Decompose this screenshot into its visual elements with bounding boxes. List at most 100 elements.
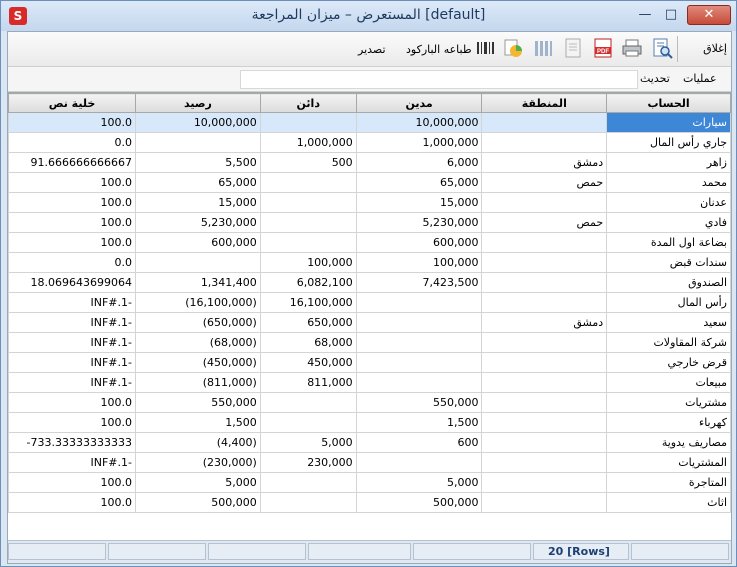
cell-text[interactable]: 100.0: [8, 492, 136, 513]
cell-text[interactable]: 100.0: [8, 472, 136, 493]
cell-balance[interactable]: [134, 132, 261, 153]
cell-balance[interactable]: (68,000): [134, 332, 261, 353]
cell-debit[interactable]: 600,000: [355, 232, 483, 253]
cell-region[interactable]: [481, 272, 608, 293]
cell-account[interactable]: رأس المال: [606, 292, 731, 313]
cell-balance[interactable]: (450,000): [134, 352, 261, 373]
filter-input[interactable]: [240, 70, 638, 89]
cell-region[interactable]: [481, 192, 608, 213]
cell-debit[interactable]: 65,000: [355, 172, 483, 193]
pdf-icon[interactable]: PDF: [592, 37, 614, 59]
menu-operations[interactable]: عمليات: [683, 72, 717, 85]
cell-account[interactable]: جاري رأس المال: [606, 132, 731, 153]
cell-balance[interactable]: 5,230,000: [134, 212, 261, 233]
cell-account[interactable]: محمد: [606, 172, 731, 193]
cell-debit[interactable]: [355, 312, 483, 333]
cell-balance[interactable]: 550,000: [134, 392, 261, 413]
cell-balance[interactable]: (650,000): [134, 312, 261, 333]
cell-region[interactable]: [481, 472, 608, 493]
cell-account[interactable]: سعيد: [606, 312, 731, 333]
cell-text[interactable]: 100.0: [8, 392, 136, 413]
cell-debit[interactable]: [355, 372, 483, 393]
cell-credit[interactable]: [259, 392, 357, 413]
cell-text[interactable]: INF#.1-: [8, 312, 136, 333]
cell-credit[interactable]: 450,000: [259, 352, 357, 373]
cell-debit[interactable]: 600: [355, 432, 483, 453]
cell-region[interactable]: دمشق: [481, 312, 608, 333]
cell-debit[interactable]: [355, 352, 483, 373]
cell-credit[interactable]: 500: [259, 152, 357, 173]
table-row[interactable]: زاهر دمشق 6,000 500 5,500 91.666666666667: [8, 152, 731, 173]
cell-credit[interactable]: 811,000: [259, 372, 357, 393]
cell-region[interactable]: [481, 452, 608, 473]
cell-text[interactable]: 100.0: [8, 412, 136, 433]
cell-credit[interactable]: [259, 492, 357, 513]
cell-debit[interactable]: 550,000: [355, 392, 483, 413]
cell-balance[interactable]: 1,341,400: [134, 272, 261, 293]
table-row[interactable]: رأس المال 16,100,000 (16,100,000) INF#.1-: [8, 292, 731, 313]
cell-balance[interactable]: (4,400): [134, 432, 261, 453]
columns-icon[interactable]: [532, 37, 554, 59]
cell-credit[interactable]: 100,000: [259, 252, 357, 273]
cell-region[interactable]: حمص: [481, 172, 608, 193]
cell-region[interactable]: [481, 112, 608, 133]
cell-region[interactable]: [481, 432, 608, 453]
cell-account[interactable]: اثاث: [606, 492, 731, 513]
cell-account[interactable]: الصندوق: [606, 272, 731, 293]
cell-text[interactable]: 100.0: [8, 212, 136, 233]
table-row[interactable]: مشتريات 550,000 550,000 100.0: [8, 392, 731, 413]
cell-region[interactable]: دمشق: [481, 152, 608, 173]
cell-debit[interactable]: 15,000: [355, 192, 483, 213]
cell-credit[interactable]: 5,000: [259, 432, 357, 453]
cell-account[interactable]: شركة المقاولات: [606, 332, 731, 353]
cell-debit[interactable]: [355, 452, 483, 473]
cell-region[interactable]: [481, 392, 608, 413]
cell-credit[interactable]: 6,082,100: [259, 272, 357, 293]
cell-debit[interactable]: [355, 292, 483, 313]
cell-balance[interactable]: 15,000: [134, 192, 261, 213]
cell-text[interactable]: INF#.1-: [8, 452, 136, 473]
cell-balance[interactable]: [134, 252, 261, 273]
chart-icon[interactable]: [502, 37, 524, 59]
cell-credit[interactable]: 68,000: [259, 332, 357, 353]
col-text-header[interactable]: خلية نص: [8, 93, 136, 113]
col-debit-header[interactable]: مدين: [355, 93, 483, 113]
table-row[interactable]: جاري رأس المال 1,000,000 1,000,000 0.0: [8, 132, 731, 153]
cell-debit[interactable]: 1,000,000: [355, 132, 483, 153]
cell-account[interactable]: سندات قبض: [606, 252, 731, 273]
col-region-header[interactable]: المنطقة: [481, 93, 608, 113]
cell-region[interactable]: [481, 492, 608, 513]
cell-account[interactable]: المتاجرة: [606, 472, 731, 493]
cell-account[interactable]: عدنان: [606, 192, 731, 213]
cell-text[interactable]: 18.069643699064: [8, 272, 136, 293]
cell-text[interactable]: 0.0: [8, 132, 136, 153]
cell-region[interactable]: حمص: [481, 212, 608, 233]
cell-debit[interactable]: 100,000: [355, 252, 483, 273]
cell-balance[interactable]: 5,000: [134, 472, 261, 493]
cell-debit[interactable]: 500,000: [355, 492, 483, 513]
cell-balance[interactable]: (230,000): [134, 452, 261, 473]
cell-text[interactable]: -733.33333333333: [8, 432, 136, 453]
table-row[interactable]: سندات قبض 100,000 100,000 0.0: [8, 252, 731, 273]
cell-credit[interactable]: [259, 232, 357, 253]
cell-account[interactable]: قرض خارجي: [606, 352, 731, 373]
cell-region[interactable]: [481, 232, 608, 253]
cell-credit[interactable]: 650,000: [259, 312, 357, 333]
table-row[interactable]: الصندوق 7,423,500 6,082,100 1,341,400 18.069…: [8, 272, 731, 293]
table-row[interactable]: المشتريات 230,000 (230,000) INF#.1-: [8, 452, 731, 473]
cell-account[interactable]: زاهر: [606, 152, 731, 173]
data-grid[interactable]: الحساب المنطقة مدين دائن رصيد خلية نص سيارات 1…: [8, 92, 731, 540]
col-account-header[interactable]: الحساب: [606, 93, 731, 113]
col-balance-header[interactable]: رصيد: [134, 93, 261, 113]
cell-credit[interactable]: [259, 172, 357, 193]
close-window-button[interactable]: ✕: [687, 5, 731, 25]
cell-balance[interactable]: 10,000,000: [134, 112, 261, 133]
cell-debit[interactable]: 5,000: [355, 472, 483, 493]
cell-text[interactable]: INF#.1-: [8, 352, 136, 373]
cell-credit[interactable]: [259, 412, 357, 433]
maximize-button[interactable]: □: [659, 5, 683, 25]
cell-region[interactable]: [481, 352, 608, 373]
cell-debit[interactable]: 1,500: [355, 412, 483, 433]
cell-debit[interactable]: [355, 332, 483, 353]
cell-region[interactable]: [481, 252, 608, 273]
